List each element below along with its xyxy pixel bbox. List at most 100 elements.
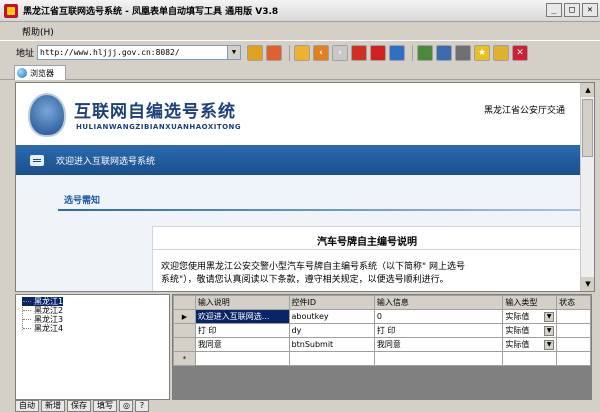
grid-cell[interactable]: 实际值 ▼ [502,309,558,324]
app-logo-icon [4,3,18,18]
favorite-star-icon[interactable]: ★ [474,44,491,61]
reload-icon[interactable] [351,44,368,61]
row-marker: ▶ [173,309,196,324]
doc-divider [153,249,581,250]
home-icon[interactable] [294,44,311,61]
tree-item[interactable]: 黑龙江4 [22,324,63,333]
close-button[interactable]: ✕ [582,3,598,17]
grid-cell[interactable]: 0 [373,309,504,324]
grid-corner [173,295,196,310]
type-value: 实际值 [505,340,530,349]
add-button[interactable]: 新增 [41,400,65,412]
browser-view[interactable]: 互联网自编选号系统 HULIANWANGZIBIANXUANHAOXITONG … [15,82,595,292]
column-header[interactable]: 输入说明 [194,295,290,310]
doc-body-line-2: 系统"），敬请您认真阅读以下条款，遵守相关规定，以便选号顺利进行。 [161,275,449,285]
go-icon[interactable] [247,44,264,61]
doc-title: 汽车号牌自主编号说明 [317,237,417,248]
forward-icon[interactable]: › [332,44,349,61]
tree-item[interactable]: 黑龙江1 [22,297,64,306]
profile-tree: 黑龙江1 黑龙江2 黑龙江3 黑龙江4 [15,294,170,400]
back-icon[interactable]: ‹ [313,44,330,61]
table-row[interactable]: * [173,351,591,366]
dropdown-icon[interactable]: ▼ [544,339,555,350]
row-marker: * [173,351,196,366]
grid-cell[interactable] [556,323,591,338]
site-name: 互联网自编选号系统 [74,102,236,122]
minimize-button[interactable]: _ [546,3,562,17]
dropdown-icon[interactable]: ▼ [544,325,555,336]
welcome-text: 欢迎进入互联网选号系统 [56,156,156,167]
stop-icon[interactable] [370,44,387,61]
grid-cell[interactable]: 实际值 ▼ [502,323,558,338]
notice-divider [58,209,582,211]
grid-cell[interactable]: 打 印 [194,323,290,338]
copy-icon[interactable] [417,44,434,61]
settings-icon[interactable] [493,44,510,61]
grid-cell[interactable] [556,309,591,324]
form-icon[interactable] [436,44,453,61]
grid-cell[interactable] [373,351,504,366]
column-header[interactable]: 控件ID [288,295,375,310]
grid-cell[interactable]: btnSubmit [288,337,375,352]
table-row[interactable]: 我同意 btnSubmit 我同意 实际值 ▼ [173,337,591,352]
doc-body: 欢迎您使用黑龙江公安交警小型汽车号牌自主编号系统（以下简称" 网上选号 系统"）… [161,261,571,287]
browser-scrollbar[interactable]: ▲ ▼ [580,83,594,291]
grid-cell[interactable]: 我同意 [194,337,290,352]
scroll-down-icon[interactable]: ▼ [581,277,594,291]
address-dropdown-icon[interactable]: ▼ [227,46,241,59]
tree-item[interactable]: 黑龙江2 [22,306,63,315]
exit-icon[interactable]: ✕ [512,44,529,61]
browser-icon[interactable] [389,44,406,61]
row-marker [173,337,196,352]
tab-label: 浏览器 [30,68,54,78]
doc-body-line-1: 欢迎您使用黑龙江公安交警小型汽车号牌自主编号系统（以下简称" 网上选号 [161,262,466,272]
grid-cell[interactable] [194,351,290,366]
address-input[interactable]: http://www.hljjj.gov.cn:8082/ ▼ [37,45,242,60]
address-toolbar: 地址 http://www.hljjj.gov.cn:8082/ ▼ ‹ › ★… [0,40,600,64]
refresh-icon[interactable] [266,44,283,61]
tree-item[interactable]: 黑龙江3 [22,315,63,324]
grid-cell[interactable]: aboutkey [288,309,375,324]
type-value: 实际值 [505,312,530,321]
department-name: 黑龙江省公安厅交通 [484,106,566,116]
tools-icon[interactable] [455,44,472,61]
fill-button[interactable]: 填写 [93,400,117,412]
column-header[interactable]: 输入信息 [373,295,504,310]
column-header[interactable]: 输入类型 [502,295,558,310]
grid-cell[interactable]: 打 印 [373,323,504,338]
scroll-thumb[interactable] [582,99,593,157]
grid-cell[interactable]: 实际值 ▼ [502,337,558,352]
save-button[interactable]: 保存 [67,400,91,412]
capture-icon[interactable]: ◎ [119,400,133,412]
auto-button[interactable]: 自动 [15,400,39,412]
message-icon [30,154,44,166]
table-row[interactable]: ▶ 欢迎进入互联网选... aboutkey 0 实际值 ▼ [173,309,591,324]
grid-cell[interactable] [288,351,375,366]
field-grid: 输入说明 控件ID 输入信息 输入类型 状态 ▶ 欢迎进入互联网选... abo… [172,294,592,400]
police-emblem-icon [28,93,66,137]
bottom-toolbar: 自动 新增 保存 填写 ◎ ? [15,400,151,412]
grid-cell[interactable]: 我同意 [373,337,504,352]
address-value: http://www.hljjj.gov.cn:8082/ [40,48,180,57]
site-header: 互联网自编选号系统 HULIANWANGZIBIANXUANHAOXITONG … [16,83,582,145]
row-marker [173,323,196,338]
address-label: 地址 [16,49,35,59]
globe-icon [17,68,27,78]
notice-title: 选号需知 [64,196,101,206]
tab-browser[interactable]: 浏览器 [14,65,66,80]
grid-cell[interactable] [556,337,591,352]
type-value: 实际值 [505,326,530,335]
dropdown-icon[interactable]: ▼ [544,311,555,322]
help-button[interactable]: ? [135,400,149,412]
scroll-up-icon[interactable]: ▲ [581,83,594,97]
grid-cell[interactable] [556,351,591,366]
table-row[interactable]: 打 印 dy 打 印 实际值 ▼ [173,323,591,338]
grid-cell[interactable]: dy [288,323,375,338]
grid-cell[interactable] [502,351,558,366]
grid-cell[interactable]: 欢迎进入互联网选... [194,309,290,324]
column-header[interactable]: 状态 [556,295,591,310]
window-titlebar: 黑龙江省互联网选号系统 - 凤凰表单自动填写工具 通用版 V3.8 _ □ ✕ [0,0,600,22]
tab-strip: 浏览器 [0,64,600,80]
menu-help[interactable]: 帮助(H) [22,25,54,38]
maximize-button[interactable]: □ [564,3,580,17]
